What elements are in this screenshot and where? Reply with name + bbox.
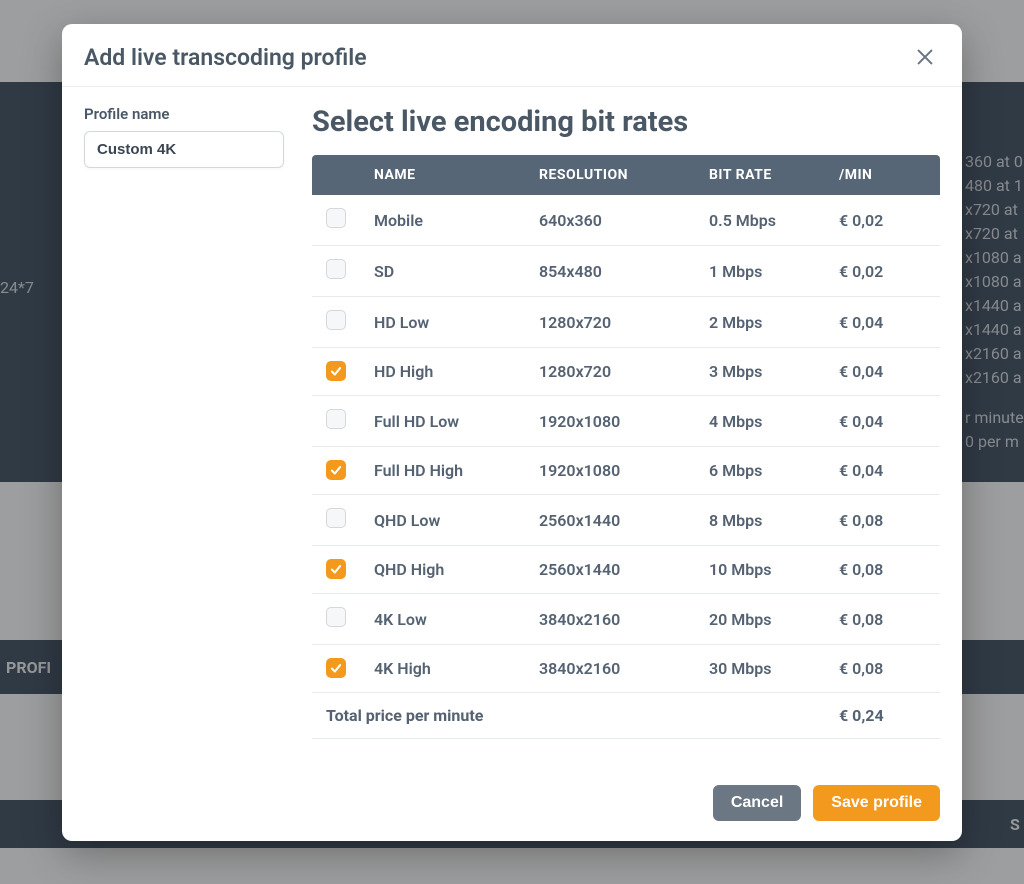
bitrate-value: 8 Mbps	[695, 495, 825, 546]
bitrate-resolution: 1920x1080	[525, 396, 695, 447]
profile-name-section: Profile name	[84, 105, 284, 739]
col-header-bitrate: BIT RATE	[695, 155, 825, 195]
bitrate-resolution: 3840x2160	[525, 645, 695, 693]
table-row: Mobile640x3600.5 Mbps€ 0,02	[312, 195, 940, 246]
profile-name-input[interactable]	[84, 131, 284, 168]
col-header-check	[312, 155, 360, 195]
bitrate-checkbox[interactable]	[326, 361, 346, 381]
bitrate-price: € 0,04	[825, 348, 940, 396]
table-row: HD Low1280x7202 Mbps€ 0,04	[312, 297, 940, 348]
bitrate-section: Select live encoding bit rates NAME RESO…	[312, 105, 940, 739]
bitrate-value: 10 Mbps	[695, 546, 825, 594]
bitrate-name: 4K Low	[360, 594, 525, 645]
bitrate-price: € 0,04	[825, 396, 940, 447]
table-row: Full HD Low1920x10804 Mbps€ 0,04	[312, 396, 940, 447]
bitrate-value: 0.5 Mbps	[695, 195, 825, 246]
bitrate-price: € 0,02	[825, 195, 940, 246]
bitrate-value: 30 Mbps	[695, 645, 825, 693]
bitrate-value: 3 Mbps	[695, 348, 825, 396]
bitrate-value: 2 Mbps	[695, 297, 825, 348]
table-row: HD High1280x7203 Mbps€ 0,04	[312, 348, 940, 396]
bitrate-name: Mobile	[360, 195, 525, 246]
bitrate-resolution: 1280x720	[525, 348, 695, 396]
bitrate-checkbox[interactable]	[326, 460, 346, 480]
bitrate-price: € 0,02	[825, 246, 940, 297]
table-row: 4K High3840x216030 Mbps€ 0,08	[312, 645, 940, 693]
bitrate-value: 1 Mbps	[695, 246, 825, 297]
table-row: Full HD High1920x10806 Mbps€ 0,04	[312, 447, 940, 495]
col-header-resolution: RESOLUTION	[525, 155, 695, 195]
modal-title: Add live transcoding profile	[84, 44, 367, 71]
modal-footer: Cancel Save profile	[62, 747, 962, 841]
bitrate-name: Full HD High	[360, 447, 525, 495]
bitrate-value: 20 Mbps	[695, 594, 825, 645]
bitrate-price: € 0,08	[825, 645, 940, 693]
bitrate-checkbox[interactable]	[326, 658, 346, 678]
bitrate-name: HD High	[360, 348, 525, 396]
total-label: Total price per minute	[312, 693, 825, 739]
total-row: Total price per minute € 0,24	[312, 693, 940, 739]
bitrate-resolution: 1920x1080	[525, 447, 695, 495]
bitrate-price: € 0,08	[825, 546, 940, 594]
cancel-button[interactable]: Cancel	[713, 785, 801, 821]
close-button[interactable]	[910, 42, 940, 72]
bitrate-checkbox[interactable]	[326, 310, 346, 330]
bitrate-price: € 0,08	[825, 594, 940, 645]
col-header-permin: /MIN	[825, 155, 940, 195]
modal-body: Profile name Select live encoding bit ra…	[62, 87, 962, 747]
section-title: Select live encoding bit rates	[312, 105, 940, 139]
bitrate-resolution: 1280x720	[525, 297, 695, 348]
table-row: 4K Low3840x216020 Mbps€ 0,08	[312, 594, 940, 645]
close-icon	[914, 46, 936, 68]
table-row: QHD Low2560x14408 Mbps€ 0,08	[312, 495, 940, 546]
add-transcoding-profile-modal: Add live transcoding profile Profile nam…	[62, 24, 962, 841]
bitrate-price: € 0,04	[825, 297, 940, 348]
bitrate-price: € 0,08	[825, 495, 940, 546]
bitrate-resolution: 2560x1440	[525, 546, 695, 594]
bitrate-name: 4K High	[360, 645, 525, 693]
bitrate-price: € 0,04	[825, 447, 940, 495]
bitrate-checkbox[interactable]	[326, 607, 346, 627]
bitrate-table: NAME RESOLUTION BIT RATE /MIN Mobile640x…	[312, 155, 940, 739]
bitrate-resolution: 2560x1440	[525, 495, 695, 546]
bitrate-name: SD	[360, 246, 525, 297]
bitrate-value: 4 Mbps	[695, 396, 825, 447]
bitrate-resolution: 3840x2160	[525, 594, 695, 645]
bitrate-checkbox[interactable]	[326, 409, 346, 429]
table-row: QHD High2560x144010 Mbps€ 0,08	[312, 546, 940, 594]
bitrate-name: QHD Low	[360, 495, 525, 546]
bitrate-checkbox[interactable]	[326, 259, 346, 279]
table-row: SD854x4801 Mbps€ 0,02	[312, 246, 940, 297]
bitrate-value: 6 Mbps	[695, 447, 825, 495]
bitrate-resolution: 854x480	[525, 246, 695, 297]
bitrate-checkbox[interactable]	[326, 508, 346, 528]
bitrate-name: Full HD Low	[360, 396, 525, 447]
modal-header: Add live transcoding profile	[62, 24, 962, 87]
total-price: € 0,24	[825, 693, 940, 739]
bitrate-checkbox[interactable]	[326, 208, 346, 228]
bitrate-name: HD Low	[360, 297, 525, 348]
profile-name-label: Profile name	[84, 105, 284, 123]
save-profile-button[interactable]: Save profile	[813, 785, 940, 821]
bitrate-resolution: 640x360	[525, 195, 695, 246]
col-header-name: NAME	[360, 155, 525, 195]
bitrate-name: QHD High	[360, 546, 525, 594]
bitrate-checkbox[interactable]	[326, 559, 346, 579]
